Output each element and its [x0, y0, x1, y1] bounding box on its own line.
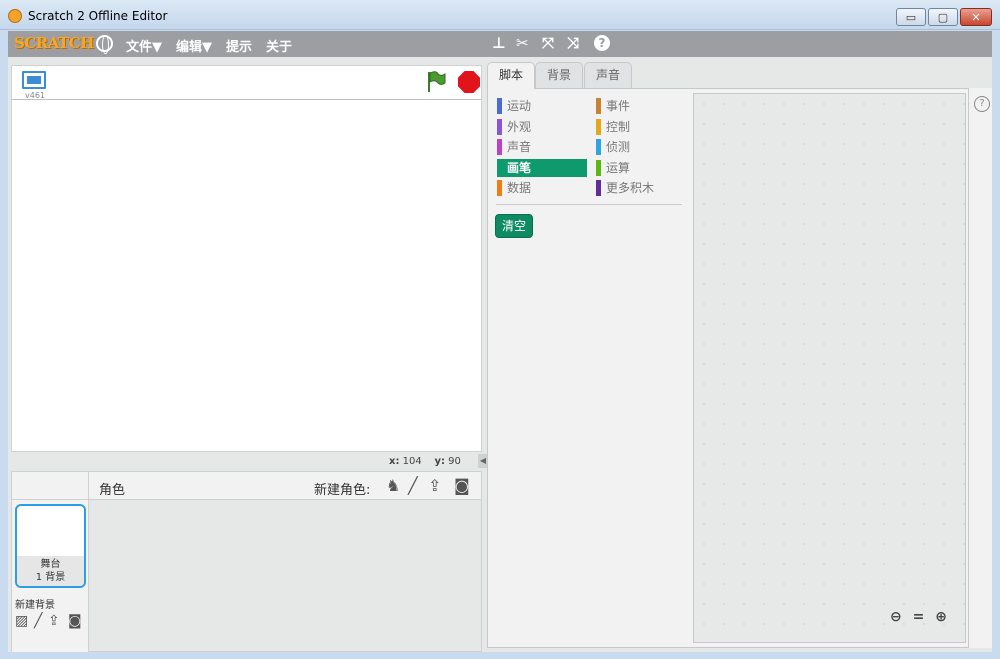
category-label: 运算 [606, 161, 631, 175]
scripts-area[interactable] [693, 93, 966, 643]
minimize-button[interactable]: ▭ [896, 8, 926, 26]
y-label: y: [434, 456, 445, 467]
y-value: 90 [448, 456, 461, 467]
duplicate-stamp-icon[interactable]: ⊥ [492, 34, 506, 52]
zoom-out-icon[interactable]: ⊖ [890, 609, 902, 625]
category-control[interactable]: 控制 [596, 118, 686, 136]
menu-about[interactable]: 关于 [266, 36, 292, 55]
help-side-panel: ? [968, 88, 992, 648]
sprite-pane: 角色 新建角色: ♞ ╱ ⇪ ◙ 舞台 1 背景 新建背景 ▨ ╱ ⇪ ◙ [11, 471, 482, 652]
stage-thumbnail[interactable]: 舞台 1 背景 [15, 504, 86, 588]
tab-backdrops[interactable]: 背景 [535, 62, 583, 88]
grow-icon[interactable]: ⤧ [542, 34, 554, 52]
stop-icon[interactable] [458, 71, 480, 93]
stage-canvas[interactable] [11, 99, 482, 452]
category-sensing[interactable]: 侦测 [596, 138, 686, 156]
header-divider [88, 472, 89, 500]
category-color-bar [497, 98, 502, 114]
sprite-pane-header: 角色 新建角色: ♞ ╱ ⇪ ◙ [12, 472, 481, 500]
language-globe-icon[interactable] [96, 35, 113, 54]
upload-sprite-icon[interactable]: ⇪ [428, 476, 441, 495]
category-motion[interactable]: 运动 [497, 97, 587, 115]
paint-backdrop-icon[interactable]: ╱ [34, 613, 42, 629]
zoom-reset-icon[interactable]: = [913, 609, 925, 625]
category-data[interactable]: 数据 [497, 179, 587, 197]
delete-scissors-icon[interactable]: ✂ [516, 34, 529, 52]
category-label: 事件 [606, 99, 631, 113]
green-flag-icon[interactable] [426, 71, 446, 93]
category-color-bar [596, 119, 601, 135]
category-sound[interactable]: 声音 [497, 138, 587, 156]
category-more-blocks[interactable]: 更多积木 [596, 179, 686, 197]
mouse-coordinates: x: 104 y: 90 [389, 456, 461, 467]
category-label: 控制 [606, 120, 631, 134]
new-sprite-label: 新建角色: [314, 483, 371, 498]
category-color-bar [497, 180, 502, 196]
camera-sprite-icon[interactable]: ◙ [454, 476, 470, 495]
palette-divider [496, 204, 682, 205]
zoom-controls: ⊖ = ⊕ [890, 609, 953, 625]
category-color-bar [596, 98, 601, 114]
category-color-bar [497, 119, 502, 135]
category-label: 运动 [507, 99, 532, 113]
category-label: 侦测 [606, 140, 631, 154]
category-looks[interactable]: 外观 [497, 118, 587, 136]
category-color-bar [497, 139, 502, 155]
category-operators[interactable]: 运算 [596, 159, 686, 177]
sprites-title: 角色 [99, 483, 126, 498]
stage-thumbnail-label: 舞台 1 背景 [17, 556, 84, 586]
sprite-library-icon[interactable]: ♞ [386, 476, 400, 495]
category-label: 画笔 [507, 161, 532, 175]
menu-bar: SCRATCH 文件▼ 编辑▼ 提示 关于 ⊥ ✂ ⤧ ⤨ ? [8, 31, 992, 57]
category-label: 声音 [507, 140, 532, 154]
x-label: x: [389, 456, 400, 467]
category-color-bar [596, 160, 601, 176]
help-question-icon[interactable]: ? [974, 96, 990, 112]
window-controls: ▭ ▢ ✕ [896, 8, 992, 26]
block-palette: 运动 外观 声音 画笔 数据 事件 控制 侦测 运算 更多积木 清空 [487, 88, 693, 648]
zoom-in-icon[interactable]: ⊕ [935, 609, 947, 625]
category-events[interactable]: 事件 [596, 97, 686, 115]
category-label: 数据 [507, 181, 532, 195]
close-button[interactable]: ✕ [960, 8, 992, 26]
scratch-cat-icon [8, 9, 22, 23]
backdrop-count: 1 背景 [35, 572, 66, 583]
presentation-mode-icon[interactable] [22, 71, 46, 89]
menu-file[interactable]: 文件▼ [126, 36, 162, 55]
category-label: 外观 [507, 120, 532, 134]
stage-thumbnail-column: 舞台 1 背景 新建背景 ▨ ╱ ⇪ ◙ [12, 500, 89, 652]
menu-tips[interactable]: 提示 [226, 36, 252, 55]
category-label: 更多积木 [606, 181, 655, 195]
camera-backdrop-icon[interactable]: ◙ [68, 613, 82, 629]
stage-header: v461 [11, 65, 482, 100]
window-titlebar: Scratch 2 Offline Editor ▭ ▢ ✕ [0, 0, 1000, 30]
scratch-logo[interactable]: SCRATCH [14, 34, 94, 52]
stage-name: 舞台 [40, 559, 61, 570]
category-pen[interactable]: 画笔 [497, 159, 587, 177]
backdrop-library-icon[interactable]: ▨ [15, 613, 28, 629]
paint-new-sprite-icon[interactable]: ╱ [408, 476, 418, 495]
pen-clear-block[interactable]: 清空 [495, 214, 533, 238]
menu-edit[interactable]: 编辑▼ [176, 36, 212, 55]
category-color-bar [596, 139, 601, 155]
editor-main: v461 x: 104 y: 90 ◀ 角色 新建角色: ♞ ╱ ⇪ ◙ 舞台 … [8, 57, 992, 652]
category-color-bar [596, 180, 601, 196]
window-title: Scratch 2 Offline Editor [28, 9, 168, 23]
x-value: 104 [402, 456, 422, 467]
new-backdrop-label: 新建背景 [15, 600, 55, 611]
window-bottom-border [0, 652, 1000, 659]
tab-sounds[interactable]: 声音 [584, 62, 632, 88]
upload-backdrop-icon[interactable]: ⇪ [48, 613, 60, 629]
maximize-button[interactable]: ▢ [928, 8, 958, 26]
help-icon[interactable]: ? [594, 35, 610, 51]
shrink-icon[interactable]: ⤨ [567, 34, 579, 52]
tab-scripts[interactable]: 脚本 [487, 62, 535, 89]
